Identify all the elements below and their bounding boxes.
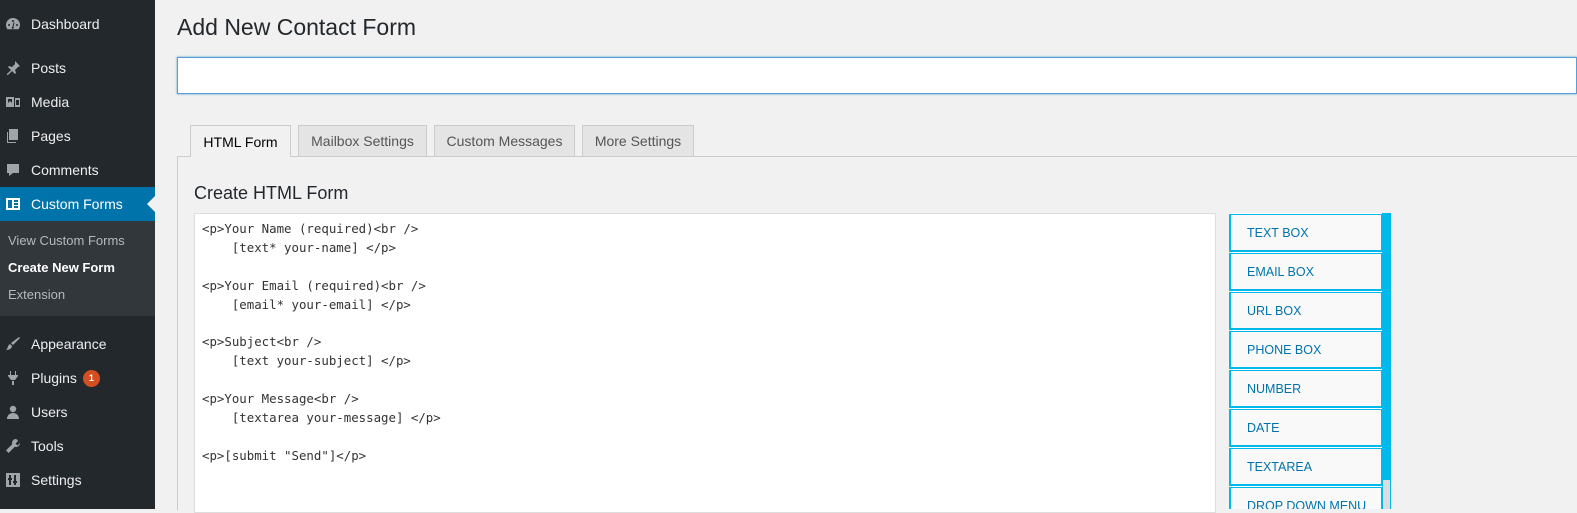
sidebar-item-label: Tools	[31, 438, 64, 454]
admin-sidebar: Dashboard Posts Media Pages Comments Cus…	[0, 0, 155, 509]
text-box-button[interactable]: TEXT BOX	[1229, 214, 1383, 252]
dashboard-icon	[5, 16, 21, 32]
sidebar-item-label: Plugins	[31, 370, 77, 386]
update-count-badge: 1	[82, 369, 100, 387]
field-buttons-panel: TEXT BOX EMAIL BOX URL BOX PHONE BOX NUM…	[1229, 213, 1391, 509]
sidebar-item-dashboard[interactable]: Dashboard	[0, 7, 155, 41]
sidebar-item-label: Comments	[31, 162, 99, 178]
settings-icon	[5, 472, 21, 488]
sidebar-item-users[interactable]: Users	[0, 395, 155, 429]
custom-forms-submenu: View Custom Forms Create New Form Extens…	[0, 221, 155, 316]
active-menu-arrow	[147, 196, 155, 212]
html-form-code-editor[interactable]	[194, 213, 1216, 513]
textarea-button[interactable]: TEXTAREA	[1229, 448, 1383, 486]
sidebar-item-label: Users	[31, 404, 68, 420]
date-button[interactable]: DATE	[1229, 409, 1383, 447]
sidebar-item-label: Pages	[31, 128, 71, 144]
panel-scrollbar-thumb[interactable]	[1383, 480, 1390, 509]
sidebar-item-label: Posts	[31, 60, 67, 76]
forms-icon	[5, 196, 21, 212]
user-icon	[5, 404, 21, 420]
submenu-item-create-new-form[interactable]: Create New Form	[8, 260, 115, 275]
sidebar-item-posts[interactable]: Posts	[0, 51, 155, 85]
tab-mailbox-settings[interactable]: Mailbox Settings	[298, 125, 427, 156]
wrench-icon	[5, 438, 21, 454]
pushpin-icon	[5, 60, 21, 76]
plug-icon	[5, 370, 21, 386]
sidebar-item-label: Settings	[31, 472, 82, 488]
brush-icon	[5, 336, 21, 352]
tab-html-form[interactable]: HTML Form	[190, 125, 291, 157]
drop-down-menu-button[interactable]: DROP DOWN MENU	[1229, 487, 1383, 509]
section-title: Create HTML Form	[194, 183, 349, 203]
sidebar-item-pages[interactable]: Pages	[0, 119, 155, 153]
sidebar-item-media[interactable]: Media	[0, 85, 155, 119]
sidebar-item-label: Media	[31, 94, 70, 110]
sidebar-item-plugins[interactable]: Plugins 1	[0, 361, 155, 395]
comment-icon	[5, 162, 21, 178]
form-title-input[interactable]	[177, 57, 1577, 94]
submenu-item-view-custom-forms[interactable]: View Custom Forms	[8, 233, 125, 248]
number-button[interactable]: NUMBER	[1229, 370, 1383, 408]
url-box-button[interactable]: URL BOX	[1229, 292, 1383, 330]
phone-box-button[interactable]: PHONE BOX	[1229, 331, 1383, 369]
sidebar-item-custom-forms[interactable]: Custom Forms	[0, 187, 155, 221]
sidebar-item-label: Appearance	[31, 336, 107, 352]
sidebar-item-tools[interactable]: Tools	[0, 429, 155, 463]
tab-more-settings[interactable]: More Settings	[582, 125, 694, 156]
email-box-button[interactable]: EMAIL BOX	[1229, 253, 1383, 291]
submenu-item-extension[interactable]: Extension	[8, 287, 65, 302]
pages-icon	[5, 128, 21, 144]
sidebar-item-settings[interactable]: Settings	[0, 463, 155, 497]
media-icon	[5, 94, 21, 110]
sidebar-item-comments[interactable]: Comments	[0, 153, 155, 187]
sidebar-item-label: Dashboard	[31, 16, 100, 32]
sidebar-item-appearance[interactable]: Appearance	[0, 327, 155, 361]
sidebar-item-label: Custom Forms	[31, 196, 123, 212]
panel-scrollbar[interactable]	[1382, 213, 1391, 509]
page-title: Add New Contact Form	[177, 14, 417, 40]
tab-custom-messages[interactable]: Custom Messages	[434, 125, 575, 156]
